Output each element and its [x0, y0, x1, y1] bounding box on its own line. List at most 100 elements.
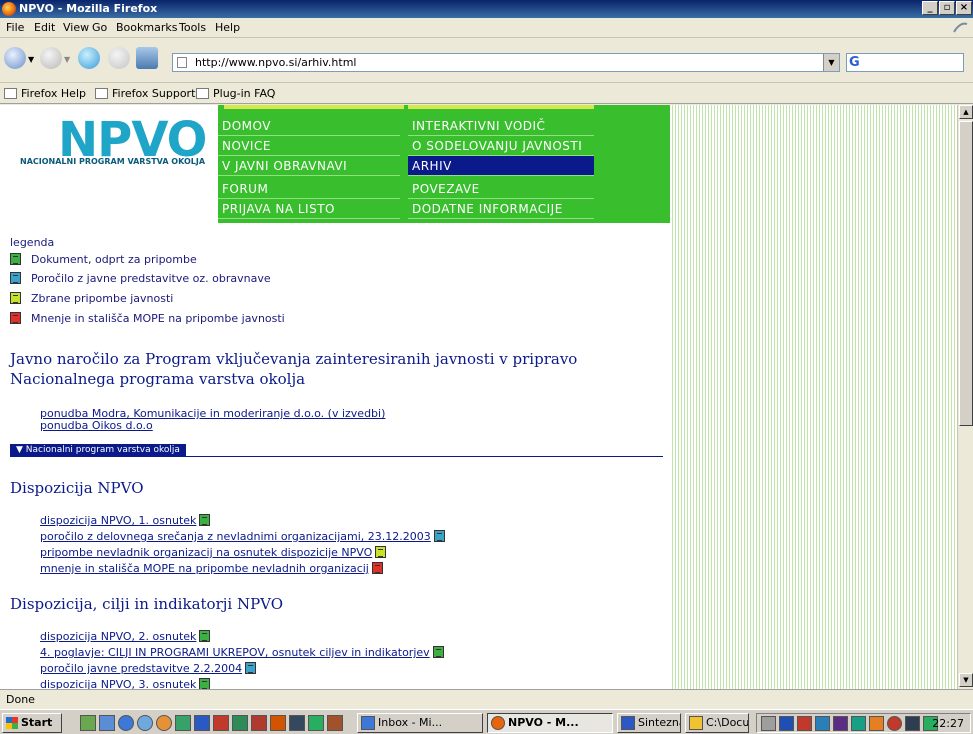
menu-tools[interactable]: Tools [179, 21, 206, 34]
quicklaunch-icon[interactable] [327, 715, 343, 731]
url-bar[interactable]: http://www.npvo.si/arhiv.html ▼ [172, 53, 840, 72]
nav-forum[interactable]: FORUM [218, 179, 400, 199]
activity-throbber-icon [953, 22, 968, 33]
nav-o-sodelovanju-javnosti[interactable]: O SODELOVANJU JAVNOSTI [408, 136, 594, 156]
open-document-icon [199, 678, 211, 689]
menu-bookmarks[interactable]: Bookmarks [116, 21, 177, 34]
npvo-logo[interactable]: NPVO NACIONALNI PROGRAM VARSTVA OKOLJA [18, 110, 216, 190]
outlook-icon [361, 716, 375, 730]
nav-novice[interactable]: NOVICE [218, 136, 400, 156]
vertical-scrollbar[interactable]: ▲ ▼ [957, 105, 973, 689]
legend-item: Dokument, odprt za pripombe [10, 253, 197, 266]
nav-povezave[interactable]: POVEZAVE [408, 179, 594, 199]
quicklaunch-icon[interactable] [213, 715, 229, 731]
reload-icon[interactable] [78, 47, 100, 69]
quicklaunch-icon[interactable] [270, 715, 286, 731]
link-label[interactable]: poročilo z delovnega srečanja z nevladni… [40, 530, 431, 543]
back-dropdown-icon[interactable]: ▼ [28, 55, 34, 64]
task-sintezna[interactable]: Sintezna a... [617, 713, 681, 733]
link-cilji-programi[interactable]: 4. poglavje: CILJI IN PROGRAMI UKREPOV, … [40, 646, 444, 659]
quicklaunch-icon[interactable] [99, 715, 115, 731]
forward-dropdown-icon[interactable]: ▼ [64, 55, 70, 64]
nav-arhiv[interactable]: ARHIV [408, 156, 594, 176]
tray-app-icon[interactable] [869, 716, 884, 731]
volume-icon[interactable] [761, 716, 776, 731]
scrollbar-thumb[interactable] [959, 121, 973, 426]
task-inbox[interactable]: Inbox - Mi... [357, 713, 483, 733]
close-button[interactable]: × [956, 1, 972, 15]
site-navigation: DOMOV NOVICE V JAVNI OBRAVNAVI FORUM PRI… [218, 105, 670, 223]
nav-interaktivni-vodic[interactable]: INTERAKTIVNI VODIČ [408, 116, 594, 136]
task-explorer[interactable]: C:\Docum... [685, 713, 749, 733]
link-porocilo-predstavitve[interactable]: poročilo javne predstavitve 2.2.2004 [40, 662, 257, 675]
tray-app-icon[interactable] [851, 716, 866, 731]
firefox-icon [2, 2, 16, 16]
quicklaunch-icon[interactable] [251, 715, 267, 731]
bookmark-firefox-help[interactable]: Firefox Help [4, 87, 86, 100]
quicklaunch-icon[interactable] [137, 715, 153, 731]
minimize-button[interactable]: _ [922, 1, 938, 15]
bookmark-page-icon [196, 88, 209, 99]
quicklaunch-icon[interactable] [194, 715, 210, 731]
nav-prijava-na-listo[interactable]: PRIJAVA NA LISTO [218, 199, 400, 219]
comments-document-icon [375, 546, 387, 558]
link-label[interactable]: 4. poglavje: CILJI IN PROGRAMI UKREPOV, … [40, 646, 430, 659]
quicklaunch-icon[interactable] [175, 715, 191, 731]
task-npvo[interactable]: NPVO - M... [487, 713, 613, 733]
tender-link-oikos[interactable]: ponudba Oikos d.o.o [40, 419, 153, 432]
quicklaunch-icon[interactable] [289, 715, 305, 731]
google-search-icon[interactable]: G [849, 55, 860, 70]
search-bar[interactable]: G [846, 53, 964, 72]
tray-app-icon[interactable] [887, 716, 902, 731]
forward-arrow-icon[interactable] [40, 47, 62, 69]
back-arrow-icon[interactable] [4, 47, 26, 69]
link-label[interactable]: dispozicija NPVO, 1. osnutek [40, 514, 196, 527]
tray-app-icon[interactable] [779, 716, 794, 731]
url-text[interactable]: http://www.npvo.si/arhiv.html [195, 56, 356, 69]
menu-view[interactable]: View [63, 21, 89, 34]
quicklaunch-icon[interactable] [80, 715, 96, 731]
scroll-down-arrow-icon[interactable]: ▼ [959, 673, 973, 687]
legend-item: Mnenje in stališča MOPE na pripombe javn… [10, 312, 285, 325]
menu-help[interactable]: Help [215, 21, 240, 34]
quicklaunch-icon[interactable] [232, 715, 248, 731]
link-label[interactable]: pripombe nevladnik organizacij na osnute… [40, 546, 372, 559]
link-label[interactable]: mnenje in stališča MOPE na pripombe nevl… [40, 562, 369, 575]
stop-icon[interactable] [108, 47, 130, 69]
link-mnenje-mope[interactable]: mnenje in stališča MOPE na pripombe nevl… [40, 562, 383, 575]
link-porocilo-srecanja[interactable]: poročilo z delovnega srečanja z nevladni… [40, 530, 445, 543]
link-label[interactable]: poročilo javne predstavitve 2.2.2004 [40, 662, 242, 675]
link-pripombe-nevladnih[interactable]: pripombe nevladnik organizacij na osnute… [40, 546, 387, 559]
link-label[interactable]: dispozicija NPVO, 2. osnutek [40, 630, 196, 643]
bookmark-firefox-support[interactable]: Firefox Support [95, 87, 195, 100]
clock[interactable]: 22:27 [932, 717, 964, 730]
link-label[interactable]: dispozicija NPVO, 3. osnutek [40, 678, 196, 689]
tray-app-icon[interactable] [797, 716, 812, 731]
maximize-button[interactable]: ▫ [939, 1, 955, 15]
nav-domov[interactable]: DOMOV [218, 116, 400, 136]
tray-app-icon[interactable] [815, 716, 830, 731]
tray-app-icon[interactable] [905, 716, 920, 731]
tab-nacionalni-program[interactable]: ▼ Nacionalni program varstva okolja [10, 444, 186, 457]
nav-accent-line [408, 105, 594, 109]
start-button[interactable]: Start [2, 713, 62, 733]
scroll-up-arrow-icon[interactable]: ▲ [959, 105, 973, 119]
nav-dodatne-informacije[interactable]: DODATNE INFORMACIJE [408, 199, 594, 219]
open-document-icon [199, 514, 211, 526]
menu-go[interactable]: Go [92, 21, 107, 34]
nav-v-javni-obravnavi[interactable]: V JAVNI OBRAVNAVI [218, 156, 400, 176]
quicklaunch-icon[interactable] [156, 715, 172, 731]
link-dispozicija-2[interactable]: dispozicija NPVO, 2. osnutek [40, 630, 211, 643]
tray-app-icon[interactable] [833, 716, 848, 731]
quicklaunch-icon[interactable] [118, 715, 134, 731]
link-dispozicija-3[interactable]: dispozicija NPVO, 3. osnutek [40, 678, 211, 689]
bookmark-plugin-faq[interactable]: Plug-in FAQ [196, 87, 275, 100]
menu-edit[interactable]: Edit [34, 21, 55, 34]
legend-label: Zbrane pripombe javnosti [31, 292, 174, 305]
quicklaunch-icon[interactable] [308, 715, 324, 731]
window-title-bar[interactable]: NPVO - Mozilla Firefox _ ▫ × [0, 0, 973, 18]
menu-file[interactable]: File [6, 21, 24, 34]
url-dropdown-icon[interactable]: ▼ [823, 54, 839, 71]
home-icon[interactable] [136, 47, 158, 69]
link-dispozicija-1[interactable]: dispozicija NPVO, 1. osnutek [40, 514, 211, 527]
